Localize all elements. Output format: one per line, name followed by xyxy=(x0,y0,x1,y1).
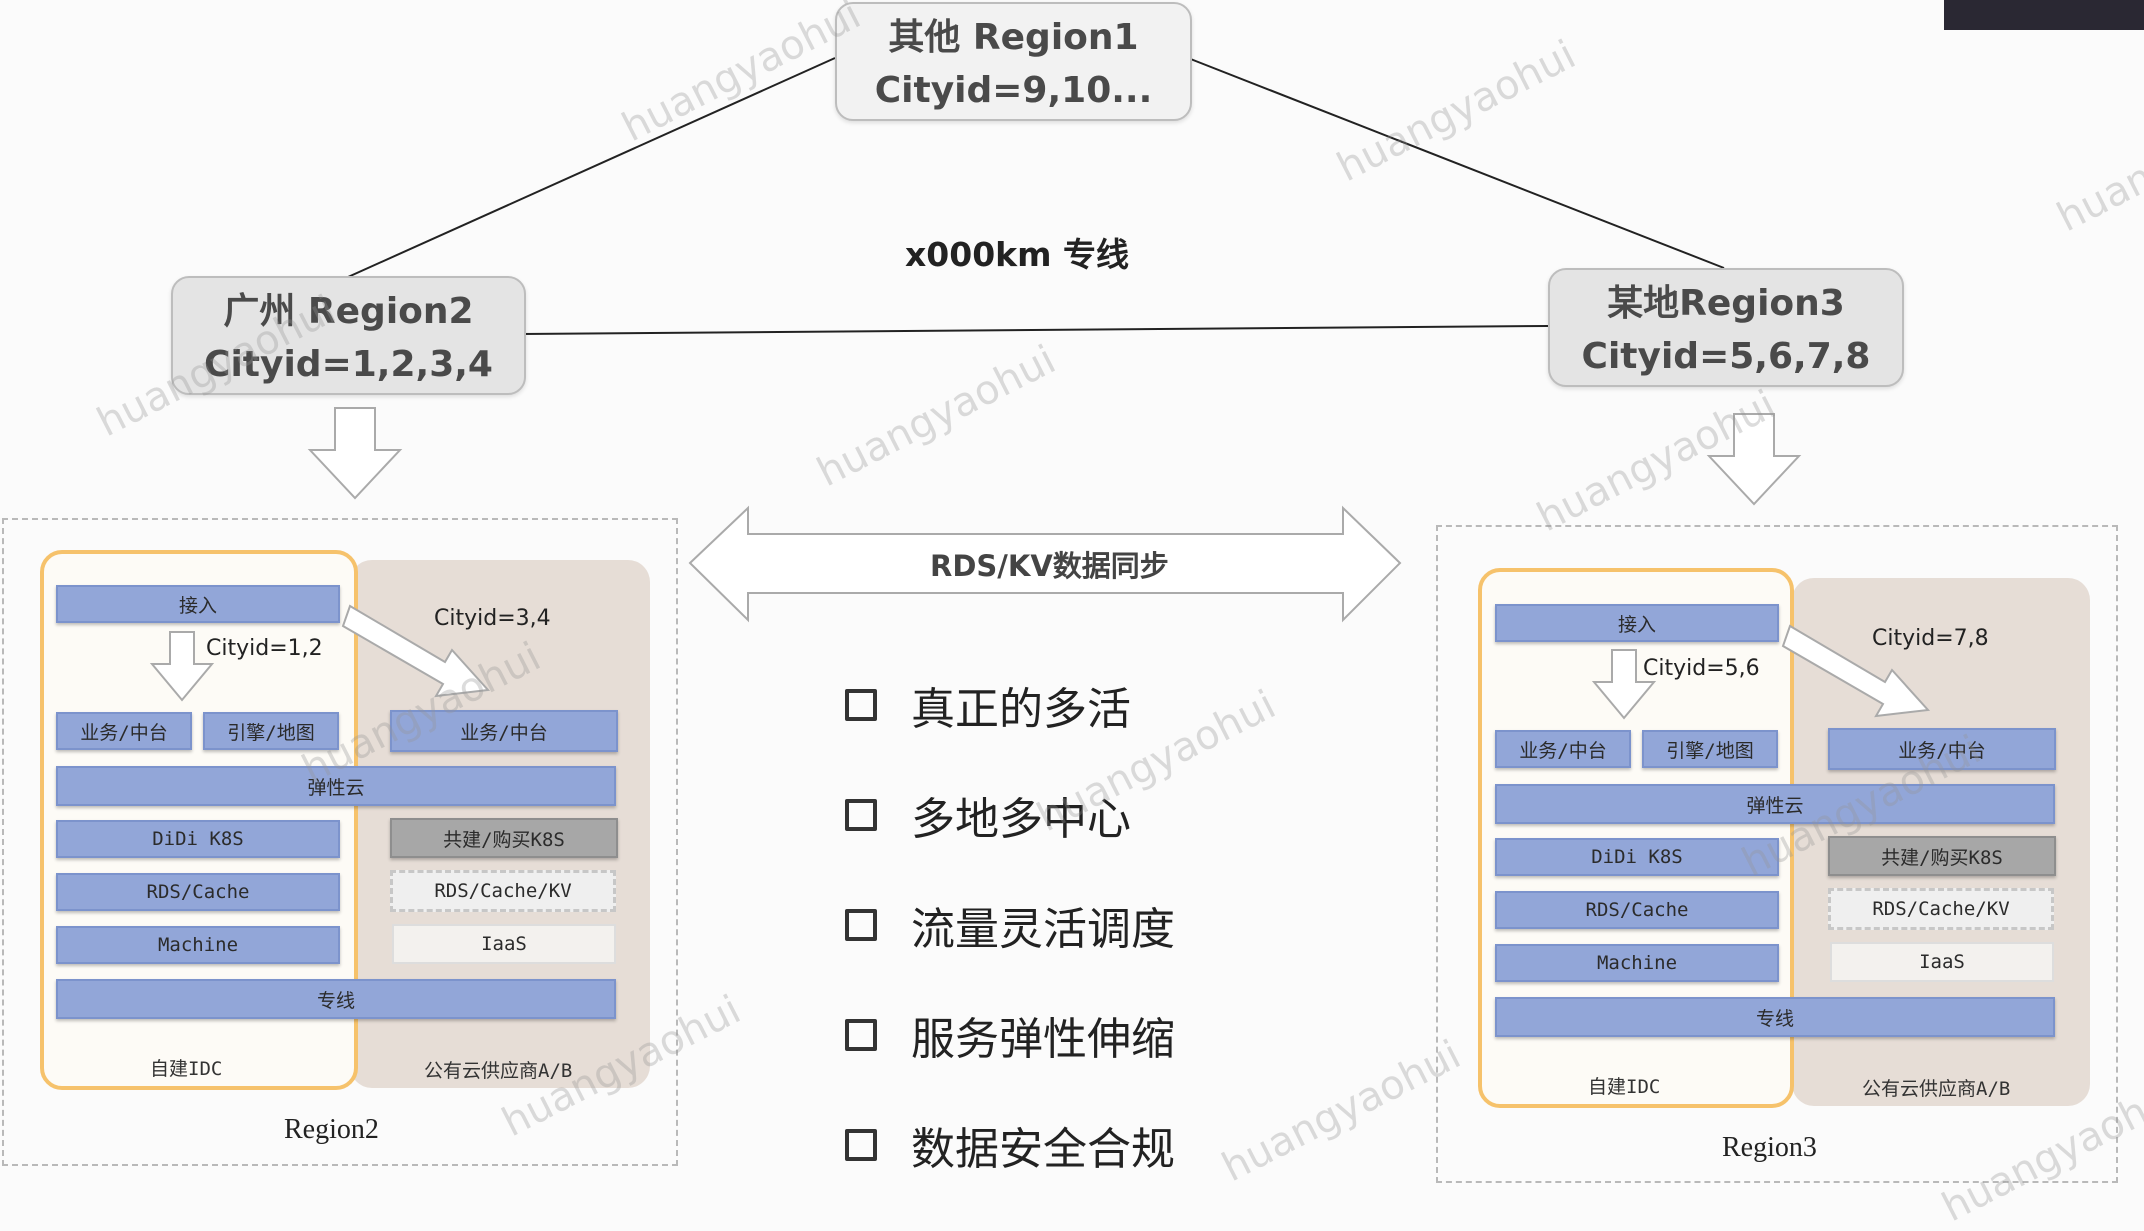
region2-elastic-cloud: 弹性云 xyxy=(56,766,616,806)
sync-label: RDS/KV数据同步 xyxy=(930,549,1169,583)
region2-box: 广州 Region2 Cityid=1,2,3,4 xyxy=(171,276,526,395)
region3-business: 业务/中台 xyxy=(1495,730,1631,768)
checkbox-icon xyxy=(845,1129,877,1161)
checkbox-icon xyxy=(845,1019,877,1051)
region3-cityid: Cityid=5,6,7,8 xyxy=(1581,336,1871,377)
region3-iaas: IaaS xyxy=(1830,942,2054,982)
region1-box: 其他 Region1 Cityid=9,10... xyxy=(835,2,1192,121)
region3-dedicated-line: 专线 xyxy=(1495,997,2055,1037)
down-arrow-left xyxy=(307,407,403,500)
down-arrow-right xyxy=(1706,413,1802,506)
region2-engine: 引擎/地图 xyxy=(203,712,339,750)
line-r1-r2 xyxy=(347,57,836,278)
region2-access: 接入 xyxy=(56,585,340,623)
region3-idc-caption: 自建IDC xyxy=(1588,1076,1661,1098)
region3-cloud-caption: 公有云供应商A/B xyxy=(1862,1078,2011,1100)
region2-rds-cache-kv: RDS/Cache/KV xyxy=(390,870,616,912)
corner-thumbnail xyxy=(1944,0,2144,30)
region3-rds-cache: RDS/Cache xyxy=(1495,891,1779,929)
region1-name: 其他 Region1 xyxy=(888,17,1139,58)
region2-cloud-caption: 公有云供应商A/B xyxy=(424,1060,573,1082)
region3-access: 接入 xyxy=(1495,604,1779,642)
region3-machine: Machine xyxy=(1495,944,1779,982)
region2-cityid: Cityid=1,2,3,4 xyxy=(204,344,493,385)
feature-list: 真正的多活 多地多中心 流量灵活调度 服务弹性伸缩 数据安全合规 xyxy=(845,650,1175,1200)
line-r2-r3 xyxy=(521,325,1549,335)
checkbox-icon xyxy=(845,799,877,831)
region3-idc-cityid: Cityid=5,6 xyxy=(1643,656,1760,681)
checkbox-icon xyxy=(845,689,877,721)
region3-name: 某地Region3 xyxy=(1607,283,1845,324)
list-item: 真正的多活 xyxy=(845,650,1175,760)
region1-cityid: Cityid=9,10... xyxy=(874,70,1153,111)
region3-didi-k8s: DiDi K8S xyxy=(1495,838,1779,876)
region3-rds-cache-kv: RDS/Cache/KV xyxy=(1828,888,2054,930)
region2-idc-caption: 自建IDC xyxy=(150,1058,223,1080)
region3-cloud-business: 业务/中台 xyxy=(1828,728,2056,770)
region2-rds-cache: RDS/Cache xyxy=(56,873,340,911)
region2-caption: Region2 xyxy=(284,1114,379,1145)
region2-business: 业务/中台 xyxy=(56,712,192,750)
line-r1-r3 xyxy=(1187,57,1725,269)
region2-dedicated-line: 专线 xyxy=(56,979,616,1019)
region2-didi-k8s: DiDi K8S xyxy=(56,820,340,858)
region3-engine: 引擎/地图 xyxy=(1642,730,1778,768)
region2-cloud-business: 业务/中台 xyxy=(390,710,618,752)
line-label: x000km 专线 xyxy=(905,235,1129,274)
region2-cloud-cityid: Cityid=3,4 xyxy=(434,606,551,631)
region2-shared-k8s: 共建/购买K8S xyxy=(390,818,618,858)
list-item: 多地多中心 xyxy=(845,760,1175,870)
list-item: 服务弹性伸缩 xyxy=(845,980,1175,1090)
region3-elastic-cloud: 弹性云 xyxy=(1495,784,2055,824)
region3-cloud-cityid: Cityid=7,8 xyxy=(1872,626,1989,651)
region2-name: 广州 Region2 xyxy=(223,291,474,332)
region3-shared-k8s: 共建/购买K8S xyxy=(1828,836,2056,876)
list-item: 数据安全合规 xyxy=(845,1090,1175,1200)
region3-box: 某地Region3 Cityid=5,6,7,8 xyxy=(1548,268,1904,387)
list-item: 流量灵活调度 xyxy=(845,870,1175,980)
region2-iaas: IaaS xyxy=(392,924,616,964)
region2-idc-cityid: Cityid=1,2 xyxy=(206,636,323,661)
checkbox-icon xyxy=(845,909,877,941)
region2-machine: Machine xyxy=(56,926,340,964)
region3-caption: Region3 xyxy=(1722,1132,1817,1163)
